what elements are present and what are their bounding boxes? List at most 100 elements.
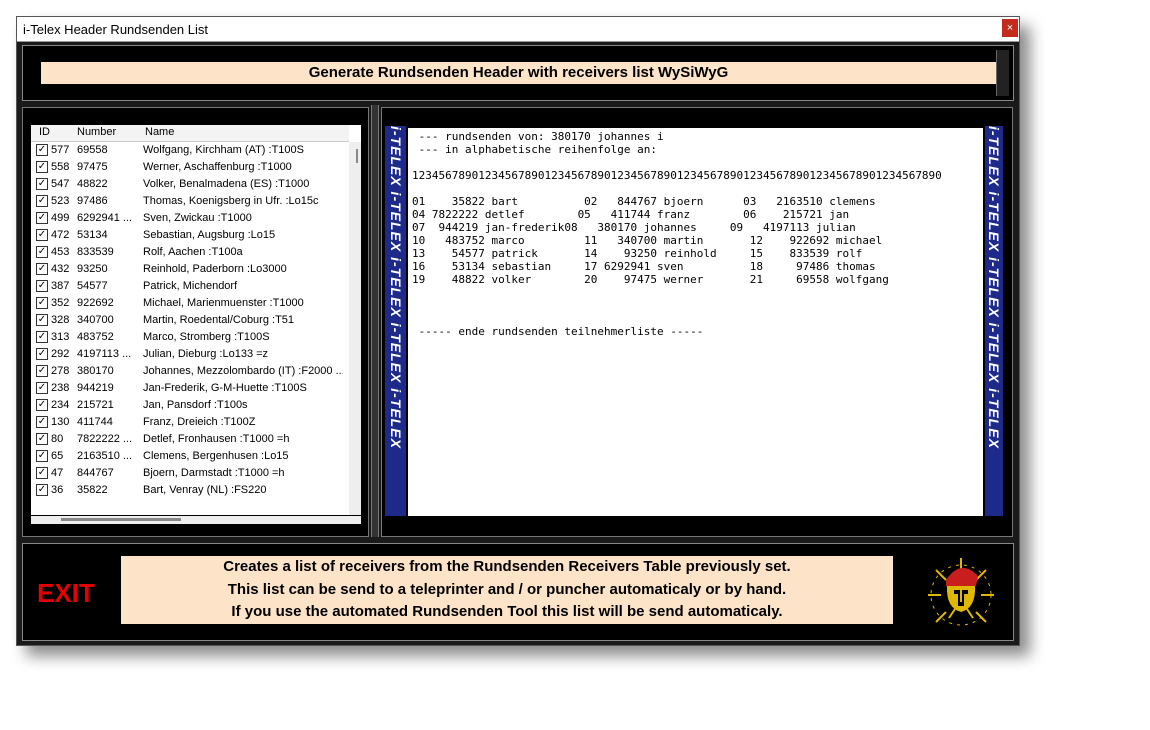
table-row[interactable]: ✓ 558 97475 Werner, Aschaffenburg :T1000: [31, 159, 349, 176]
row-name: Wolfgang, Kirchham (AT) :T100S: [143, 144, 304, 156]
table-row[interactable]: ✓ 238 944219 Jan-Frederik, G-M-Huette :T100…: [31, 380, 349, 397]
table-row[interactable]: ✓ 328 340700 Martin, Roedental/Coburg :T51: [31, 312, 349, 329]
footer-panel: EXIT Creates a list of receivers from th…: [22, 543, 1014, 641]
row-number: 380170: [77, 365, 114, 377]
row-checkbox[interactable]: ✓: [36, 399, 48, 411]
table-row[interactable]: ✓ 292 4197113 ... Julian, Dieburg :Lo133 =z: [31, 346, 349, 363]
table-row[interactable]: ✓ 36 35822 Bart, Venray (NL) :FS220: [31, 482, 349, 499]
table-row[interactable]: ✓ 432 93250 Reinhold, Paderborn :Lo3000: [31, 261, 349, 278]
list-rows: ✓ 577 69558 Wolfgang, Kirchham (AT) :T100S ✓…: [31, 142, 349, 499]
row-checkbox[interactable]: ✓: [36, 331, 48, 343]
row-checkbox[interactable]: ✓: [36, 195, 48, 207]
receivers-list[interactable]: ID Number Name ✓ 577 69558 Wolfgang, Kirchh…: [31, 125, 361, 515]
row-id: 387: [51, 280, 70, 292]
spartan-helmet-logo-icon: [928, 558, 994, 626]
row-checkbox[interactable]: ✓: [36, 433, 48, 445]
row-checkbox[interactable]: ✓: [36, 314, 48, 326]
panel-splitter[interactable]: [371, 105, 379, 537]
preview-line: 04 7822222 detlef 05 411744 franz 06 215…: [412, 208, 850, 221]
row-id: 65: [51, 450, 64, 462]
table-row[interactable]: ✓ 80 7822222 ... Detlef, Fronhausen :T1000 …: [31, 431, 349, 448]
table-row[interactable]: ✓ 453 833539 Rolf, Aachen :T100a: [31, 244, 349, 261]
info-line-1: Creates a list of receivers from the Run…: [223, 558, 791, 575]
table-row[interactable]: ✓ 499 6292941 ... Sven, Zwickau :T1000: [31, 210, 349, 227]
row-checkbox[interactable]: ✓: [36, 365, 48, 377]
window-title: i-Telex Header Rundsenden List: [23, 22, 208, 37]
row-number: 53134: [77, 229, 108, 241]
teleprinter-preview: --- rundsenden von: 380170 johannes i --…: [408, 128, 983, 516]
close-button[interactable]: ×: [1002, 19, 1018, 37]
row-name: Bart, Venray (NL) :FS220: [143, 484, 267, 496]
table-row[interactable]: ✓ 278 380170 Johannes, Mezzolombardo (IT) :…: [31, 363, 349, 380]
row-checkbox[interactable]: ✓: [36, 297, 48, 309]
table-row[interactable]: ✓ 472 53134 Sebastian, Augsburg :Lo15: [31, 227, 349, 244]
row-number: 340700: [77, 314, 114, 326]
table-row[interactable]: ✓ 547 48822 Volker, Benalmadena (ES) :T1000: [31, 176, 349, 193]
header-scrollbar[interactable]: [996, 50, 1009, 96]
preview-line: --- in alphabetische reihenfolge an:: [412, 143, 658, 156]
info-line-3: If you use the automated Rundsenden Tool…: [231, 603, 783, 620]
table-row[interactable]: ✓ 523 97486 Thomas, Koenigsberg in Ufr. :Lo…: [31, 193, 349, 210]
preview-line: --- rundsenden von: 380170 johannes i: [412, 130, 664, 143]
table-row[interactable]: ✓ 130 411744 Franz, Dreieich :T100Z: [31, 414, 349, 431]
row-checkbox[interactable]: ✓: [36, 416, 48, 428]
row-checkbox[interactable]: ✓: [36, 212, 48, 224]
row-id: 547: [51, 178, 70, 190]
receivers-panel: ID Number Name ✓ 577 69558 Wolfgang, Kirchh…: [22, 107, 369, 537]
row-name: Johannes, Mezzolombardo (IT) :F2000 ...: [143, 365, 343, 377]
row-id: 328: [51, 314, 70, 326]
header-banner: Generate Rundsenden Header with receiver…: [41, 62, 996, 84]
preview-panel: i-TELEX i-TELEX i-TELEX i-TELEX i-TELEX …: [381, 107, 1013, 537]
table-row[interactable]: ✓ 234 215721 Jan, Pansdorf :T100s: [31, 397, 349, 414]
row-name: Bjoern, Darmstadt :T1000 =h: [143, 467, 285, 479]
row-checkbox[interactable]: ✓: [36, 161, 48, 173]
preview-line: [412, 312, 942, 325]
table-row[interactable]: ✓ 313 483752 Marco, Stromberg :T100S: [31, 329, 349, 346]
info-line-2: This list can be send to a teleprinter a…: [227, 580, 787, 598]
row-name: Jan, Pansdorf :T100s: [143, 399, 248, 411]
row-id: 432: [51, 263, 70, 275]
column-header-name[interactable]: Name: [145, 126, 174, 138]
table-row[interactable]: ✓ 65 2163510 ... Clemens, Bergenhusen :Lo15: [31, 448, 349, 465]
row-checkbox[interactable]: ✓: [36, 178, 48, 190]
row-checkbox[interactable]: ✓: [36, 246, 48, 258]
table-row[interactable]: ✓ 47 844767 Bjoern, Darmstadt :T1000 =h: [31, 465, 349, 482]
preview-line: [412, 286, 942, 299]
column-header-number[interactable]: Number: [77, 126, 116, 138]
table-row[interactable]: ✓ 387 54577 Patrick, Michendorf: [31, 278, 349, 295]
preview-text: --- rundsenden von: 380170 johannes i --…: [412, 130, 942, 338]
row-name: Marco, Stromberg :T100S: [143, 331, 270, 343]
list-scroll-thumb[interactable]: [356, 149, 358, 163]
row-number: 6292941 ...: [77, 212, 133, 224]
list-vertical-scrollbar[interactable]: [349, 142, 361, 515]
row-id: 80: [51, 433, 64, 445]
preview-line: [412, 299, 942, 312]
row-checkbox[interactable]: ✓: [36, 348, 48, 360]
row-checkbox[interactable]: ✓: [36, 144, 48, 156]
row-number: 35822: [77, 484, 108, 496]
exit-button[interactable]: EXIT: [37, 578, 95, 609]
row-checkbox[interactable]: ✓: [36, 450, 48, 462]
row-number: 215721: [77, 399, 114, 411]
row-checkbox[interactable]: ✓: [36, 263, 48, 275]
row-name: Michael, Marienmuenster :T1000: [143, 297, 304, 309]
column-header-id[interactable]: ID: [39, 126, 50, 138]
row-name: Reinhold, Paderborn :Lo3000: [143, 263, 287, 275]
row-name: Franz, Dreieich :T100Z: [143, 416, 256, 428]
row-checkbox[interactable]: ✓: [36, 484, 48, 496]
preview-line: 19 48822 volker 20 97475 werner 21 69558…: [412, 273, 889, 286]
list-horizontal-scrollbar[interactable]: [31, 516, 361, 524]
row-number: 483752: [77, 331, 114, 343]
row-checkbox[interactable]: ✓: [36, 229, 48, 241]
table-row[interactable]: ✓ 577 69558 Wolfgang, Kirchham (AT) :T100S: [31, 142, 349, 159]
table-row[interactable]: ✓ 352 922692 Michael, Marienmuenster :T1000: [31, 295, 349, 312]
row-checkbox[interactable]: ✓: [36, 467, 48, 479]
row-name: Detlef, Fronhausen :T1000 =h: [143, 433, 290, 445]
row-checkbox[interactable]: ✓: [36, 280, 48, 292]
row-id: 453: [51, 246, 70, 258]
row-id: 499: [51, 212, 70, 224]
list-hscroll-thumb[interactable]: [61, 518, 181, 521]
row-checkbox[interactable]: ✓: [36, 382, 48, 394]
row-id: 558: [51, 161, 70, 173]
row-id: 313: [51, 331, 70, 343]
